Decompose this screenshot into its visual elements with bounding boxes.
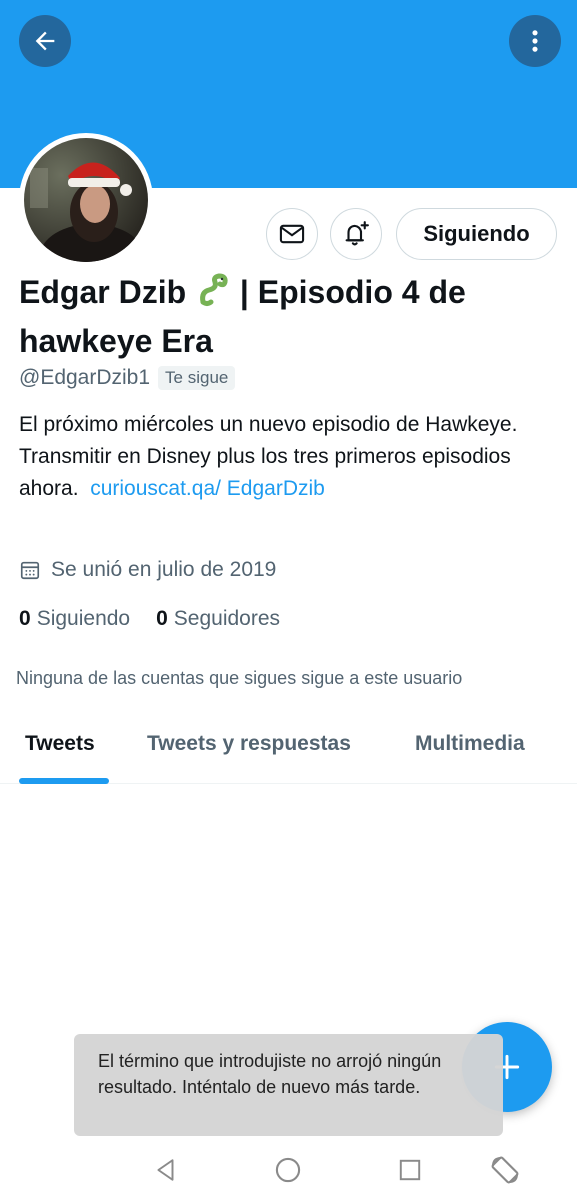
bio-link[interactable]: curiouscat.qa/ EdgarDzib xyxy=(90,477,325,500)
follows-you-badge: Te sigue xyxy=(158,366,236,390)
handle-row: @EdgarDzib1 Te sigue xyxy=(19,364,236,392)
profile-handle: @EdgarDzib1 xyxy=(19,366,151,389)
square-recent-icon xyxy=(399,1159,421,1181)
followed-by-text: Ninguna de las cuentas que sigues sigue … xyxy=(16,668,463,688)
notifications-button[interactable] xyxy=(330,208,382,260)
follow-stats: 0 Siguiendo 0 Seguidores xyxy=(19,604,280,634)
following-button[interactable]: Siguiendo xyxy=(396,208,557,260)
bell-plus-icon xyxy=(345,221,369,246)
active-tab-indicator xyxy=(19,778,109,784)
system-back-button[interactable] xyxy=(148,1152,184,1188)
arrow-left-icon xyxy=(35,31,55,51)
followers-count: 0 xyxy=(156,607,168,630)
joined-date-row: Se unió en julio de 2019 xyxy=(19,554,276,586)
joined-date-text: Se unió en julio de 2019 xyxy=(51,558,277,581)
profile-name: Edgar Dzib | Episodio 4 de hawkeye Era xyxy=(19,270,559,363)
more-vertical-icon xyxy=(532,30,538,52)
error-toast: El término que introdujiste no arrojó ni… xyxy=(74,1034,503,1136)
system-home-button[interactable] xyxy=(270,1152,306,1188)
avatar-photo xyxy=(24,138,148,262)
tab-tweets[interactable]: Tweets xyxy=(25,732,95,756)
more-options-button[interactable] xyxy=(509,15,561,67)
rotate-screen-icon xyxy=(491,1156,519,1184)
profile-tabs: Tweets Tweets y respuestas Multimedia xyxy=(0,710,577,784)
envelope-icon xyxy=(279,224,305,244)
followers-stat[interactable]: 0 Seguidores xyxy=(156,607,280,631)
circle-home-icon xyxy=(275,1157,301,1183)
profile-bio: El próximo miércoles un nuevo episodio d… xyxy=(19,409,539,505)
profile-avatar[interactable] xyxy=(19,133,153,267)
calendar-icon xyxy=(20,561,40,580)
following-label: Siguiendo xyxy=(36,607,131,630)
system-rotate-button[interactable] xyxy=(487,1152,523,1188)
system-navigation-bar xyxy=(0,1140,577,1200)
name-prefix: Edgar Dzib xyxy=(19,274,187,310)
tab-media[interactable]: Multimedia xyxy=(415,732,525,756)
following-count: 0 xyxy=(19,607,31,630)
system-recent-apps-button[interactable] xyxy=(392,1152,428,1188)
message-button[interactable] xyxy=(266,208,318,260)
triangle-back-icon xyxy=(157,1159,174,1181)
snake-emoji-icon xyxy=(195,272,231,319)
following-stat[interactable]: 0 Siguiendo xyxy=(19,607,130,631)
followers-label: Seguidores xyxy=(173,607,281,630)
tab-tweets-replies[interactable]: Tweets y respuestas xyxy=(147,732,351,756)
back-button[interactable] xyxy=(19,15,71,67)
